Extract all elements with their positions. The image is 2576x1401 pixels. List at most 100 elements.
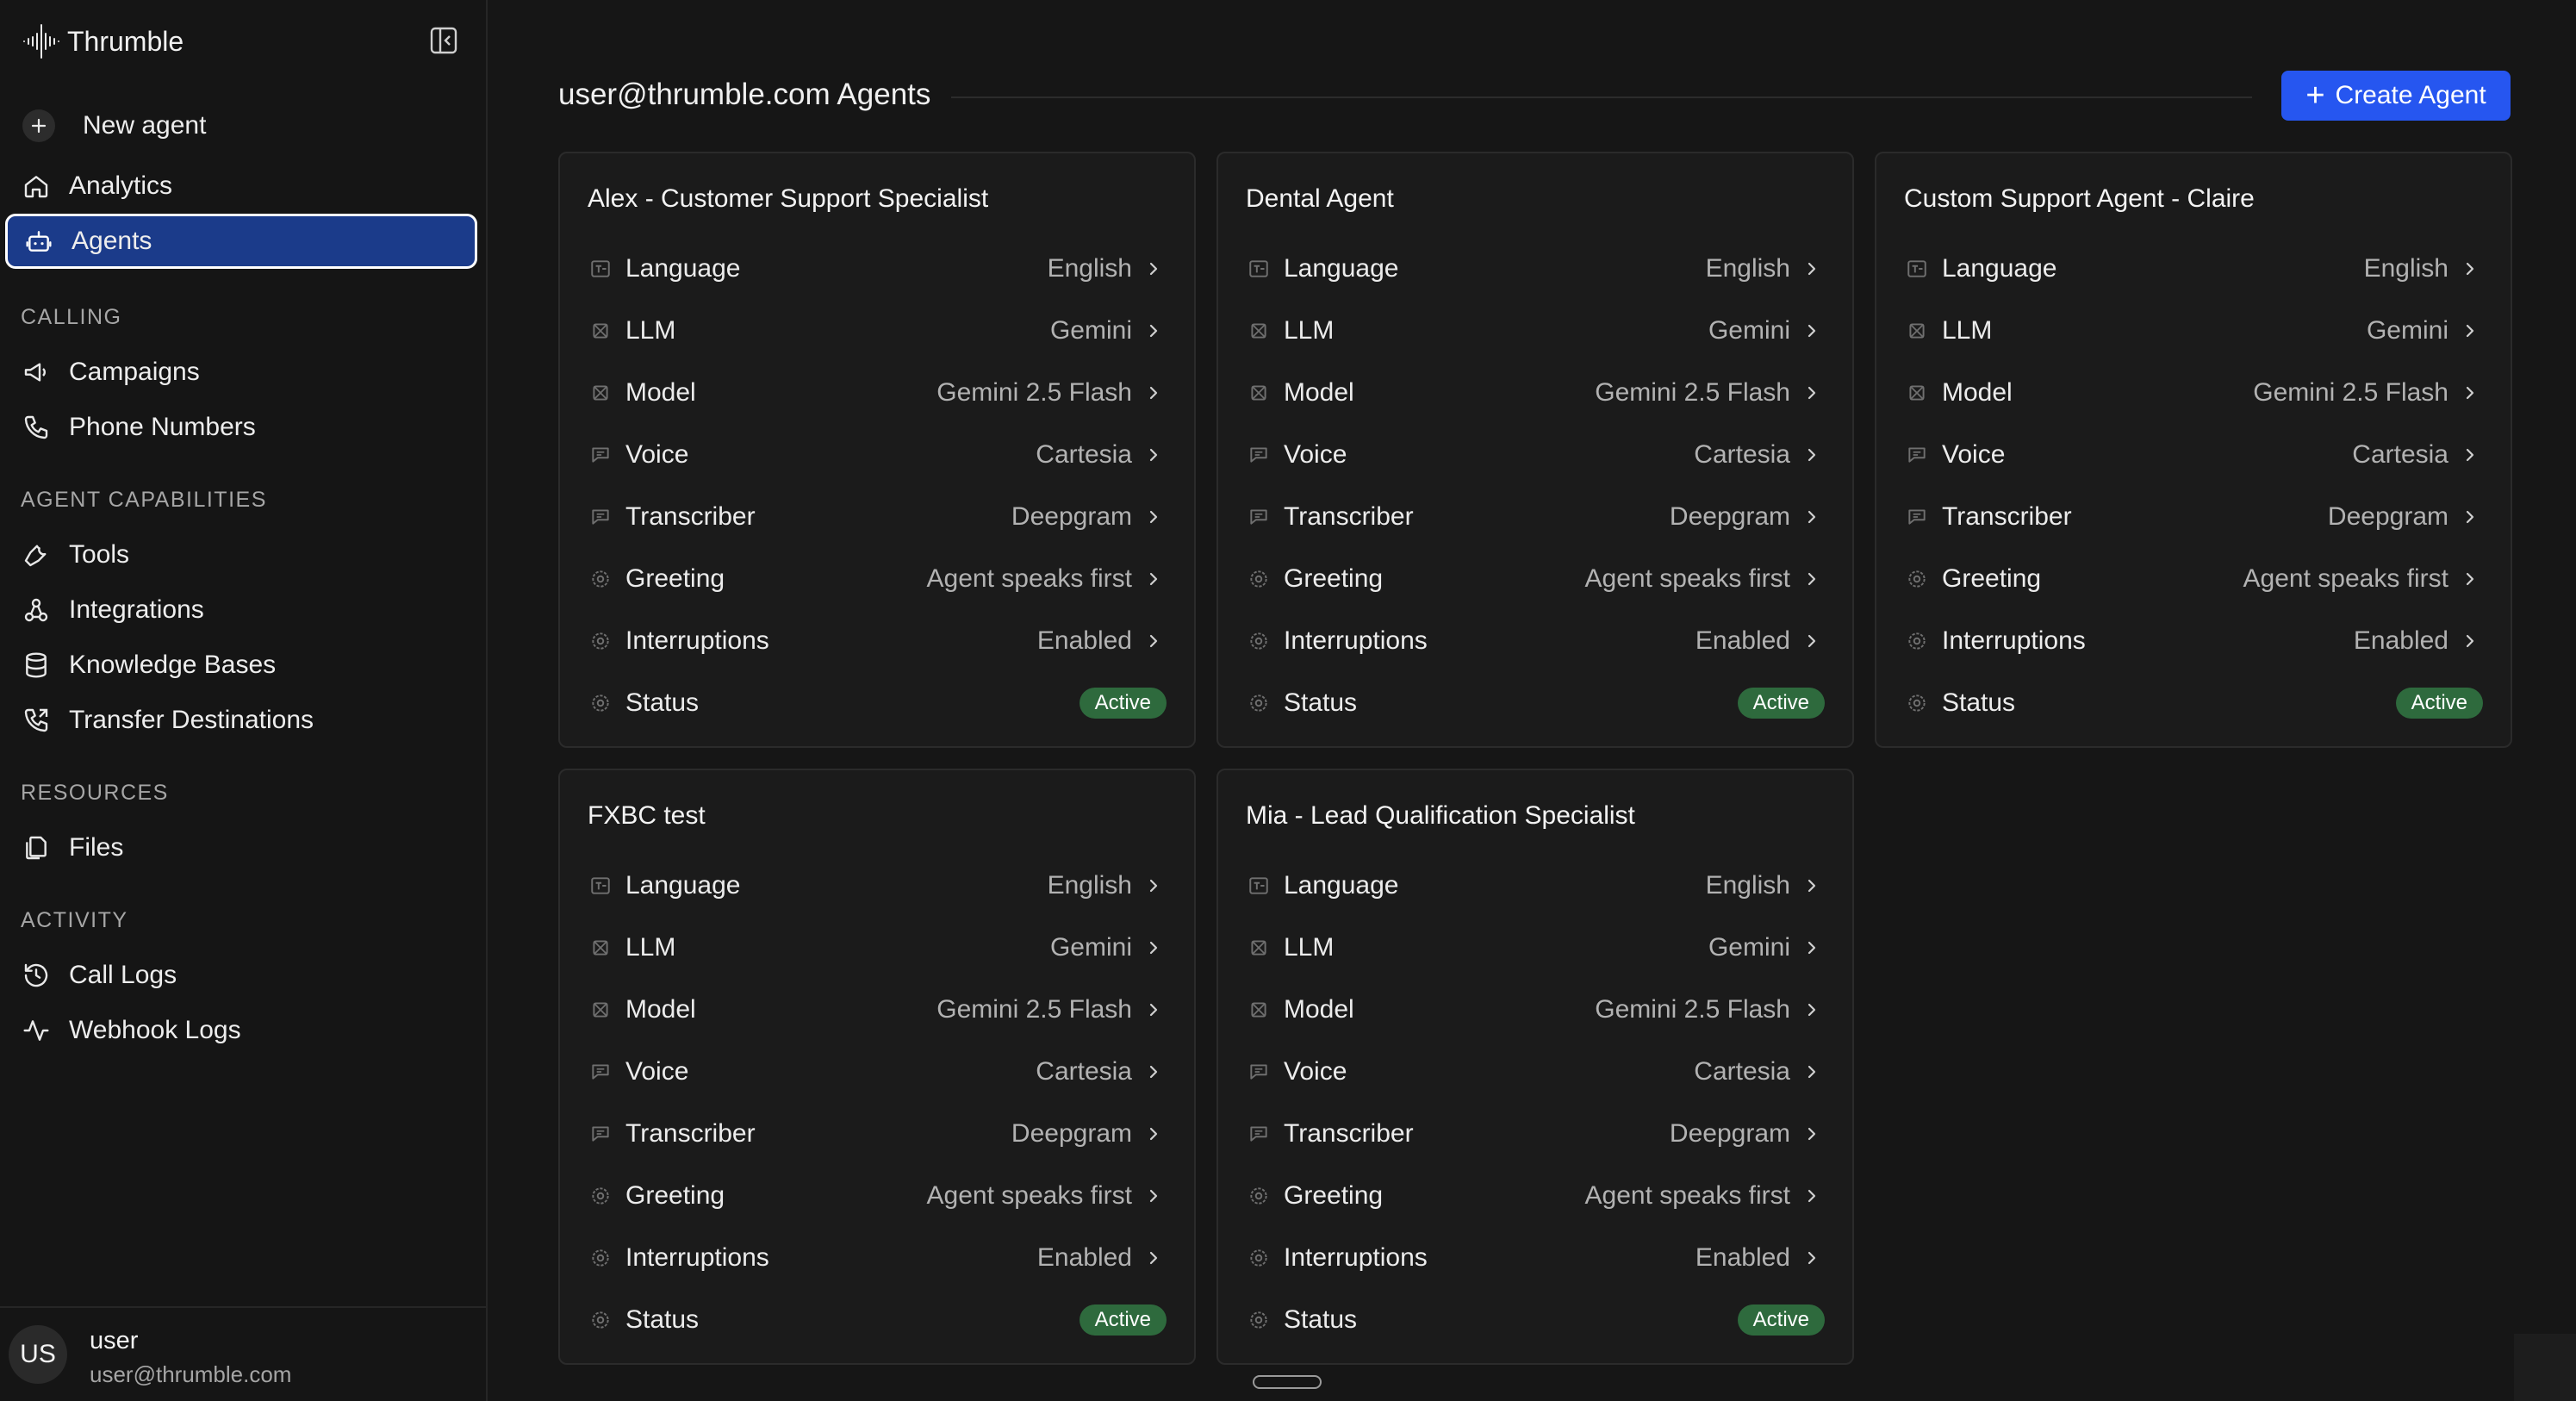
agent-row-greeting[interactable]: Greeting Agent speaks first bbox=[1246, 557, 1825, 601]
agent-row-status[interactable]: Status Active bbox=[588, 681, 1167, 725]
chevron-right-icon[interactable] bbox=[1141, 873, 1167, 899]
chevron-right-icon[interactable] bbox=[1141, 628, 1167, 654]
agent-row-transcriber[interactable]: Transcriber Deepgram bbox=[588, 495, 1167, 539]
collapse-sidebar-icon[interactable] bbox=[429, 26, 458, 55]
agent-row-model[interactable]: Model Gemini 2.5 Flash bbox=[1904, 370, 2483, 415]
sidebar-item-phone-numbers[interactable]: Phone Numbers bbox=[5, 400, 476, 455]
chevron-right-icon[interactable] bbox=[1141, 935, 1167, 961]
sidebar-item-campaigns[interactable]: Campaigns bbox=[5, 345, 476, 400]
chevron-right-icon[interactable] bbox=[1141, 1121, 1167, 1147]
sidebar-item-transfer-destinations[interactable]: Transfer Destinations bbox=[5, 693, 476, 748]
agent-row-greeting[interactable]: Greeting Agent speaks first bbox=[588, 557, 1167, 601]
chevron-right-icon[interactable] bbox=[1799, 256, 1825, 282]
agent-row-language[interactable]: Language English bbox=[1246, 863, 1825, 908]
chevron-right-icon[interactable] bbox=[1799, 1121, 1825, 1147]
agent-card-1[interactable]: Alex - Customer Support Specialist Langu… bbox=[558, 152, 1196, 748]
agent-row-interruptions[interactable]: Interruptions Enabled bbox=[588, 1236, 1167, 1280]
chevron-right-icon[interactable] bbox=[1799, 1183, 1825, 1209]
agent-row-language[interactable]: Language English bbox=[588, 246, 1167, 291]
agent-row-status[interactable]: Status Active bbox=[1246, 1298, 1825, 1342]
chevron-right-icon[interactable] bbox=[1799, 504, 1825, 530]
chevron-right-icon[interactable] bbox=[1141, 566, 1167, 592]
sidebar-item-tools[interactable]: Tools bbox=[5, 527, 476, 582]
agent-card-4[interactable]: FXBC test Language English LLM Gemini Model G… bbox=[558, 769, 1196, 1365]
agent-row-llm[interactable]: LLM Gemini bbox=[1246, 308, 1825, 353]
chevron-right-icon[interactable] bbox=[1141, 318, 1167, 344]
chevron-right-icon[interactable] bbox=[1799, 873, 1825, 899]
new-agent-button[interactable]: New agent bbox=[5, 98, 476, 153]
agent-row-greeting[interactable]: Greeting Agent speaks first bbox=[1246, 1174, 1825, 1218]
agent-card-2[interactable]: Dental Agent Language English LLM Gemini Mod… bbox=[1216, 152, 1854, 748]
agent-row-interruptions[interactable]: Interruptions Enabled bbox=[588, 619, 1167, 663]
chevron-right-icon[interactable] bbox=[1799, 1059, 1825, 1085]
sidebar-item-agents[interactable]: Agents bbox=[5, 214, 477, 269]
agent-row-voice[interactable]: Voice Cartesia bbox=[588, 1049, 1167, 1094]
chevron-right-icon[interactable] bbox=[1799, 380, 1825, 406]
agent-row-language[interactable]: Language English bbox=[1246, 246, 1825, 291]
settings-icon bbox=[1246, 566, 1272, 592]
agent-row-llm[interactable]: LLM Gemini bbox=[1904, 308, 2483, 353]
chevron-right-icon[interactable] bbox=[1799, 318, 1825, 344]
chevron-right-icon[interactable] bbox=[2457, 566, 2483, 592]
agent-row-voice[interactable]: Voice Cartesia bbox=[1246, 1049, 1825, 1094]
agent-row-interruptions[interactable]: Interruptions Enabled bbox=[1904, 619, 2483, 663]
sidebar-item-call-logs[interactable]: Call Logs bbox=[5, 948, 476, 1003]
agent-row-transcriber[interactable]: Transcriber Deepgram bbox=[1246, 495, 1825, 539]
agent-row-model[interactable]: Model Gemini 2.5 Flash bbox=[588, 987, 1167, 1032]
chevron-right-icon[interactable] bbox=[1799, 997, 1825, 1023]
agent-row-transcriber[interactable]: Transcriber Deepgram bbox=[1904, 495, 2483, 539]
chevron-right-icon[interactable] bbox=[1141, 256, 1167, 282]
agent-row-model[interactable]: Model Gemini 2.5 Flash bbox=[1246, 987, 1825, 1032]
agent-row-status[interactable]: Status Active bbox=[1246, 681, 1825, 725]
user-profile[interactable]: US user user@thrumble.com bbox=[0, 1306, 486, 1401]
sidebar-item-webhook-logs[interactable]: Webhook Logs bbox=[5, 1003, 476, 1058]
chevron-right-icon[interactable] bbox=[1799, 628, 1825, 654]
agent-row-model[interactable]: Model Gemini 2.5 Flash bbox=[1246, 370, 1825, 415]
chevron-right-icon[interactable] bbox=[2457, 318, 2483, 344]
agent-row-greeting[interactable]: Greeting Agent speaks first bbox=[1904, 557, 2483, 601]
agent-row-voice[interactable]: Voice Cartesia bbox=[588, 433, 1167, 477]
chevron-right-icon[interactable] bbox=[1799, 566, 1825, 592]
chevron-right-icon[interactable] bbox=[2457, 628, 2483, 654]
agent-row-interruptions[interactable]: Interruptions Enabled bbox=[1246, 619, 1825, 663]
agent-row-greeting[interactable]: Greeting Agent speaks first bbox=[588, 1174, 1167, 1218]
agent-row-status[interactable]: Status Active bbox=[588, 1298, 1167, 1342]
chevron-right-icon[interactable] bbox=[1141, 1183, 1167, 1209]
chevron-right-icon[interactable] bbox=[1141, 997, 1167, 1023]
sidebar-item-integrations[interactable]: Integrations bbox=[5, 582, 476, 638]
agent-row-llm[interactable]: LLM Gemini bbox=[588, 925, 1167, 970]
chevron-right-icon[interactable] bbox=[2457, 256, 2483, 282]
chevron-right-icon[interactable] bbox=[1141, 442, 1167, 468]
agent-row-language[interactable]: Language English bbox=[1904, 246, 2483, 291]
agent-row-language[interactable]: Language English bbox=[588, 863, 1167, 908]
chevron-right-icon[interactable] bbox=[2457, 504, 2483, 530]
chevron-right-icon[interactable] bbox=[1799, 442, 1825, 468]
chevron-right-icon[interactable] bbox=[1141, 1245, 1167, 1271]
agent-row-model[interactable]: Model Gemini 2.5 Flash bbox=[588, 370, 1167, 415]
row-value: Gemini bbox=[1049, 933, 1132, 962]
agent-row-llm[interactable]: LLM Gemini bbox=[588, 308, 1167, 353]
agent-row-transcriber[interactable]: Transcriber Deepgram bbox=[1246, 1111, 1825, 1156]
chevron-right-icon[interactable] bbox=[1799, 935, 1825, 961]
agent-card-3[interactable]: Custom Support Agent - Claire Language En… bbox=[1875, 152, 2512, 748]
horizontal-scrollbar[interactable] bbox=[1253, 1375, 1322, 1389]
agent-row-voice[interactable]: Voice Cartesia bbox=[1904, 433, 2483, 477]
agent-row-interruptions[interactable]: Interruptions Enabled bbox=[1246, 1236, 1825, 1280]
agent-row-voice[interactable]: Voice Cartesia bbox=[1246, 433, 1825, 477]
agent-row-llm[interactable]: LLM Gemini bbox=[1246, 925, 1825, 970]
sidebar-item-analytics[interactable]: Analytics bbox=[5, 159, 476, 214]
sidebar-item-knowledge-bases[interactable]: Knowledge Bases bbox=[5, 638, 476, 693]
agent-row-status[interactable]: Status Active bbox=[1904, 681, 2483, 725]
chevron-right-icon[interactable] bbox=[2457, 380, 2483, 406]
brand[interactable]: Thrumble bbox=[21, 19, 184, 64]
chevron-right-icon[interactable] bbox=[1141, 504, 1167, 530]
sidebar-item-files[interactable]: Files bbox=[5, 820, 476, 875]
chevron-right-icon[interactable] bbox=[2457, 442, 2483, 468]
chevron-right-icon[interactable] bbox=[1141, 1059, 1167, 1085]
status-badge: Active bbox=[1737, 1304, 1825, 1336]
chevron-right-icon[interactable] bbox=[1799, 1245, 1825, 1271]
agent-card-5[interactable]: Mia - Lead Qualification Specialist Lang… bbox=[1216, 769, 1854, 1365]
agent-row-transcriber[interactable]: Transcriber Deepgram bbox=[588, 1111, 1167, 1156]
chevron-right-icon[interactable] bbox=[1141, 380, 1167, 406]
create-agent-button[interactable]: + Create Agent bbox=[2281, 71, 2511, 121]
